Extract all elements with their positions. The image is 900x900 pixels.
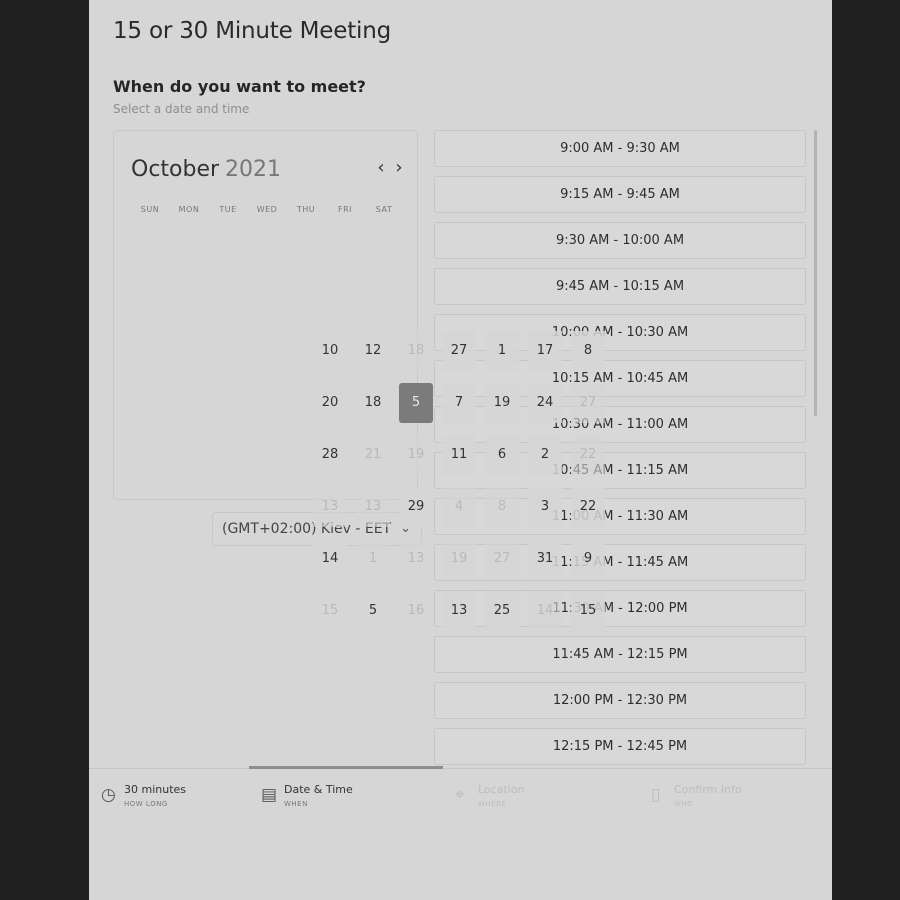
weekday-label: WED [256,205,278,214]
calendar-day[interactable]: 8 [485,487,519,527]
time-slot-button[interactable]: 11:45 AM - 12:15 PM [434,636,806,673]
calendar-day[interactable]: 22 [571,487,605,527]
time-slot-scrollbar[interactable] [814,130,817,416]
booking-steps: ◷ 30 minutes HOW LONG ▤ Date & Time WHEN ⌖ Loca… [89,766,832,900]
calendar-day[interactable]: 2 [528,435,562,475]
step-caption: HOW LONG [124,800,168,808]
calendar-day[interactable]: 22 [571,435,605,475]
weekday-label: MON [178,205,200,214]
calendar-day[interactable]: 27 [571,383,605,423]
weekday-label: SAT [375,205,393,214]
calendar-day[interactable]: 28 [313,435,347,475]
weekday-label: THU [296,205,316,214]
step-label: Location [478,783,525,796]
calendar-day[interactable]: 20 [313,383,347,423]
calendar-day[interactable]: 9 [571,539,605,579]
weekday-label: FRI [337,205,353,214]
calendar-day[interactable]: 1 [356,539,390,579]
chevron-left-icon[interactable]: ‹ [373,157,389,178]
time-slot-button[interactable]: 12:15 PM - 12:45 PM [434,728,806,765]
calendar-day[interactable]: 19 [485,383,519,423]
calendar-day[interactable]: 19 [399,435,433,475]
calendar-day[interactable]: 13 [442,591,476,631]
chevron-right-icon[interactable]: › [391,157,407,178]
weekday-label: TUE [219,205,237,214]
calendar-day[interactable]: 10 [313,331,347,371]
time-slot-button[interactable]: 9:00 AM - 9:30 AM [434,130,806,167]
calendar-day[interactable]: 11 [442,435,476,475]
step-caption: WHEN [284,800,308,808]
date-time-heading: When do you want to meet? [113,77,366,96]
meeting-title: 15 or 30 Minute Meeting [113,18,391,44]
location-pin-icon: ⌖ [455,785,465,805]
calendar-day[interactable]: 19 [442,539,476,579]
step-label: 30 minutes [124,783,187,796]
calendar-day[interactable]: 12 [356,331,390,371]
calendar-month-year: October 2021 [131,157,281,182]
time-slot-button[interactable]: 12:00 PM - 12:30 PM [434,682,806,719]
calendar-day[interactable]: 18 [356,383,390,423]
time-slot-button[interactable]: 9:45 AM - 10:15 AM [434,268,806,305]
calendar-day[interactable]: 5 [356,591,390,631]
calendar-day[interactable]: 24 [528,383,562,423]
step-caption: WHERE [478,800,507,808]
calendar-day[interactable]: 15 [571,591,605,631]
calendar-month: October [131,157,220,182]
calendar-day[interactable]: 18 [399,331,433,371]
time-slot-button[interactable]: 9:30 AM - 10:00 AM [434,222,806,259]
date-time-subheading: Select a date and time [113,102,250,116]
calendar-day[interactable]: 14 [313,539,347,579]
calendar-day[interactable]: 6 [485,435,519,475]
calendar-day[interactable]: 21 [356,435,390,475]
calendar-day[interactable]: 8 [571,331,605,371]
step-label: Date & Time [284,783,353,796]
calendar-day[interactable]: 16 [399,591,433,631]
clock-icon: ◷ [101,785,116,805]
calendar-day[interactable]: 31 [528,539,562,579]
calendar-day[interactable]: 13 [399,539,433,579]
calendar-day[interactable]: 25 [485,591,519,631]
calendar-day[interactable]: 7 [442,383,476,423]
calendar-icon: ▤ [261,785,278,805]
calendar-day[interactable]: 27 [485,539,519,579]
calendar-day[interactable]: 4 [442,487,476,527]
weekday-label: SUN [140,205,160,214]
calendar-day[interactable]: 1 [485,331,519,371]
calendar-day[interactable]: 13 [313,487,347,527]
calendar-day[interactable]: 27 [442,331,476,371]
active-step-indicator [249,766,443,769]
calendar-day[interactable]: 3 [528,487,562,527]
calendar-day-selected[interactable]: 5 [399,383,433,423]
note-icon: ▯ [651,785,661,805]
calendar-day[interactable]: 17 [528,331,562,371]
calendar-year: 2021 [225,157,282,182]
calendar-day[interactable]: 15 [313,591,347,631]
time-slot-button[interactable]: 9:15 AM - 9:45 AM [434,176,806,213]
step-label: Confirm Info [674,783,742,796]
calendar-day[interactable]: 29 [399,487,433,527]
calendar-day[interactable]: 14 [528,591,562,631]
step-caption: WHO [674,800,694,808]
calendar-day[interactable]: 13 [356,487,390,527]
